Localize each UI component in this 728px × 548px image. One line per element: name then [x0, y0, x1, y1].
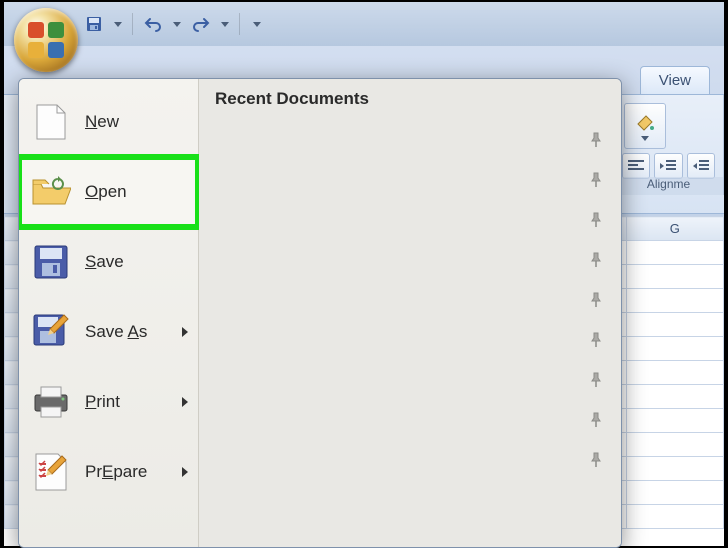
qat-redo-button[interactable] [189, 12, 213, 36]
office-menu-commands: New Open Save Save As [19, 79, 199, 547]
office-menu: New Open Save Save As [18, 78, 622, 548]
pushpin-icon [587, 171, 605, 189]
save-icon [86, 16, 102, 32]
pushpin-icon [587, 211, 605, 229]
chevron-down-icon [253, 22, 261, 27]
ribbon-group-label: Alignme [614, 177, 723, 195]
submenu-arrow-icon [182, 397, 188, 407]
qat-redo-dropdown[interactable] [219, 22, 231, 27]
menu-item-print[interactable]: Print [19, 367, 198, 437]
decrease-indent-button[interactable] [654, 153, 682, 179]
quick-access-toolbar [4, 2, 724, 46]
qat-save-button[interactable] [82, 12, 106, 36]
decrease-indent-icon [660, 160, 676, 172]
pin-button[interactable] [587, 291, 605, 309]
office-button[interactable] [14, 8, 78, 72]
pin-button[interactable] [587, 251, 605, 269]
pin-button[interactable] [587, 451, 605, 469]
save-as-icon [31, 312, 71, 352]
printer-icon [31, 382, 71, 422]
paint-bucket-icon [634, 112, 656, 134]
new-document-icon [31, 102, 71, 142]
qat-separator [239, 13, 240, 35]
menu-item-save-as[interactable]: Save As [19, 297, 198, 367]
submenu-arrow-icon [182, 467, 188, 477]
qat-customize-dropdown[interactable] [248, 22, 266, 27]
pushpin-icon [587, 451, 605, 469]
menu-item-new[interactable]: New [19, 87, 198, 157]
undo-icon [144, 16, 162, 32]
open-folder-icon [31, 172, 71, 212]
redo-icon [192, 16, 210, 32]
qat-separator [132, 13, 133, 35]
menu-item-label: New [85, 112, 119, 132]
qat-undo-dropdown[interactable] [171, 22, 183, 27]
chevron-down-icon [173, 22, 181, 27]
save-disk-icon [31, 242, 71, 282]
align-left-button[interactable] [622, 153, 650, 179]
pushpin-icon [587, 291, 605, 309]
pin-column [587, 131, 605, 469]
chevron-down-icon [641, 136, 649, 141]
pin-button[interactable] [587, 211, 605, 229]
app-window: View Alignme [4, 2, 724, 546]
qat-undo-button[interactable] [141, 12, 165, 36]
menu-item-label: Print [85, 392, 120, 412]
column-header-g[interactable]: G [626, 217, 723, 241]
format-button[interactable] [624, 103, 666, 149]
pushpin-icon [587, 251, 605, 269]
menu-item-open[interactable]: Open [19, 157, 198, 227]
increase-indent-icon [693, 160, 709, 172]
pin-button[interactable] [587, 371, 605, 389]
menu-item-label: Open [85, 182, 127, 202]
pushpin-icon [587, 411, 605, 429]
align-left-icon [628, 160, 644, 172]
recent-documents-heading: Recent Documents [215, 89, 605, 109]
recent-documents-panel: Recent Documents [199, 79, 621, 547]
pin-button[interactable] [587, 171, 605, 189]
office-logo-icon [28, 22, 64, 58]
qat-save-dropdown[interactable] [112, 22, 124, 27]
pin-button[interactable] [587, 131, 605, 149]
pin-button[interactable] [587, 411, 605, 429]
menu-item-label: Save As [85, 322, 147, 342]
ribbon-tab-view[interactable]: View [640, 66, 710, 94]
chevron-down-icon [221, 22, 229, 27]
pushpin-icon [587, 331, 605, 349]
submenu-arrow-icon [182, 327, 188, 337]
ribbon-group-alignment: Alignme [614, 95, 724, 195]
menu-item-prepare[interactable]: PrEpare [19, 437, 198, 507]
menu-item-label: PrEpare [85, 462, 147, 482]
pushpin-icon [587, 371, 605, 389]
prepare-icon [31, 452, 71, 492]
increase-indent-button[interactable] [687, 153, 715, 179]
menu-item-save[interactable]: Save [19, 227, 198, 297]
chevron-down-icon [114, 22, 122, 27]
pin-button[interactable] [587, 331, 605, 349]
menu-item-label: Save [85, 252, 124, 272]
pushpin-icon [587, 131, 605, 149]
